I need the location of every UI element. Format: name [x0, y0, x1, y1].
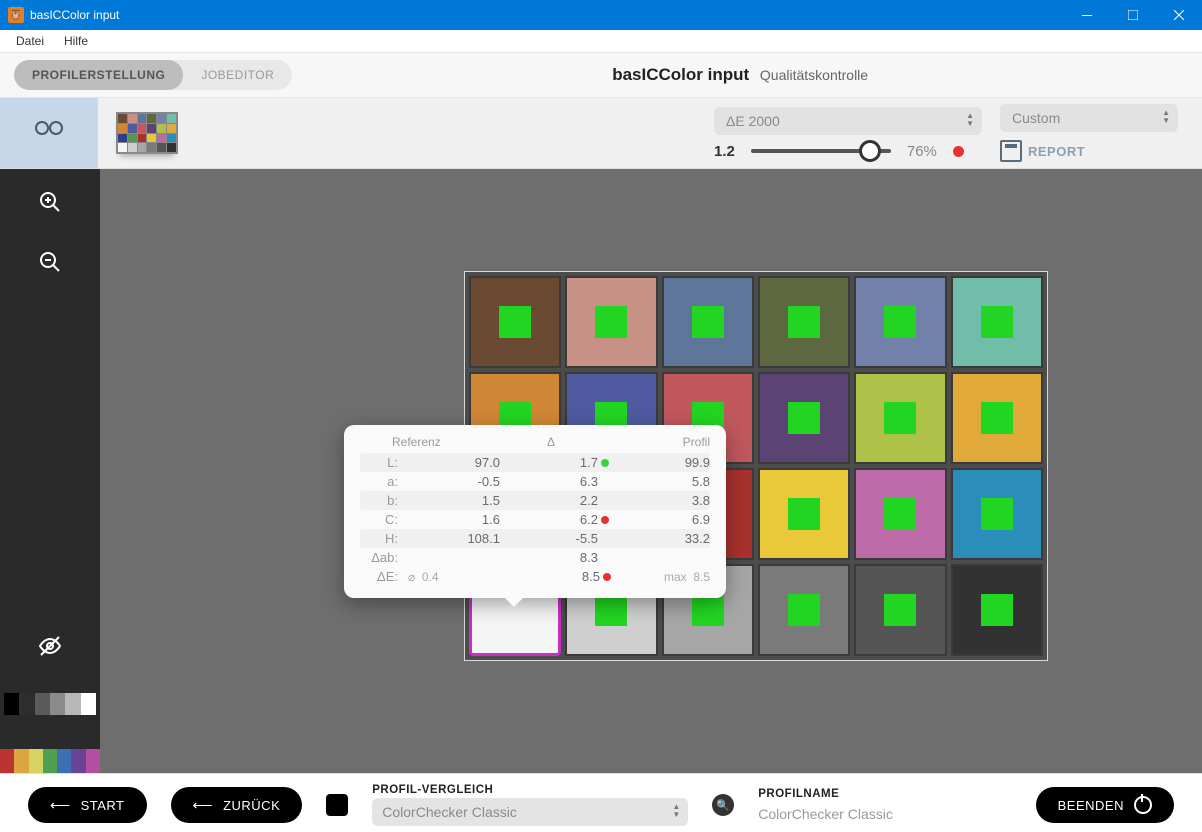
tab-jobeditor[interactable]: JOBEDITOR	[183, 60, 292, 90]
slider-value: 1.2	[714, 143, 735, 160]
chevron-updown-icon: ▲▼	[966, 112, 974, 128]
color-patch[interactable]	[951, 276, 1043, 368]
app-section: Qualitätskontrolle	[760, 67, 868, 83]
status-dot-icon	[953, 146, 964, 157]
menu-help[interactable]: Hilfe	[54, 32, 98, 50]
profile-name-label: PROFILNAME	[758, 788, 893, 800]
color-patch[interactable]	[854, 372, 946, 464]
color-patch[interactable]	[951, 564, 1043, 656]
power-icon	[1134, 796, 1152, 814]
profile-compare-dropdown[interactable]: ColorChecker Classic ▲▼	[372, 798, 688, 826]
start-button[interactable]: ⟵START	[28, 787, 147, 823]
tooltip-row: H:108.1-5.533.2	[360, 529, 710, 548]
app-icon: 🦉	[8, 7, 24, 23]
color-patch[interactable]	[758, 468, 850, 560]
zoom-out-button[interactable]	[37, 249, 63, 275]
menubar: Datei Hilfe	[0, 30, 1202, 53]
window-buttons	[1064, 0, 1202, 30]
patch-tooltip: Referenz Δ Profil L:97.01.799.9a:-0.56.3…	[344, 425, 726, 598]
tooltip-header: Referenz Δ Profil	[360, 435, 710, 453]
profile-name-section: PROFILNAME ColorChecker Classic	[758, 788, 893, 822]
report-label: REPORT	[1028, 144, 1085, 159]
color-patch[interactable]	[854, 276, 946, 368]
color-patch[interactable]	[469, 276, 561, 368]
toolbar-colorchecker-button[interactable]	[98, 98, 196, 168]
mode-tabs: PROFILERSTELLUNG JOBEDITOR	[14, 60, 292, 90]
color-swatches[interactable]	[0, 749, 100, 773]
owl-icon	[32, 119, 66, 147]
metric-dropdown-value: ΔE 2000	[726, 113, 780, 129]
chevron-updown-icon: ▲▼	[672, 803, 680, 819]
zoom-in-button[interactable]	[37, 189, 63, 215]
profile-compare-section: PROFIL-VERGLEICH ColorChecker Classic ▲▼	[372, 784, 688, 826]
save-icon	[1000, 140, 1022, 162]
menu-file[interactable]: Datei	[6, 32, 54, 50]
window-title: basICColor input	[30, 8, 1064, 22]
slider-knob[interactable]	[859, 140, 881, 162]
color-patch[interactable]	[758, 372, 850, 464]
footer: ⟵START ⟵ZURÜCK PROFIL-VERGLEICH ColorChe…	[0, 773, 1202, 832]
tooltip-summary-row: ΔE: ⌀ 0.4 8.5 max 8.5	[360, 567, 710, 586]
maximize-button[interactable]	[1110, 0, 1156, 30]
color-patch[interactable]	[662, 276, 754, 368]
sidebar	[0, 169, 100, 773]
profile-compare-label: PROFIL-VERGLEICH	[372, 784, 688, 796]
tooltip-row: a:-0.56.35.8	[360, 472, 710, 491]
gray-swatches[interactable]	[4, 693, 96, 715]
tooltip-row: C:1.66.26.9	[360, 510, 710, 529]
color-patch[interactable]	[854, 564, 946, 656]
preset-dropdown[interactable]: Custom ▲▼	[1000, 104, 1178, 132]
window-titlebar: 🦉 basICColor input	[0, 0, 1202, 30]
profile-name-value: ColorChecker Classic	[758, 802, 893, 822]
arrow-left-icon: ⟵	[193, 797, 214, 814]
back-button[interactable]: ⟵ZURÜCK	[171, 787, 303, 823]
color-patch[interactable]	[951, 468, 1043, 560]
color-patch[interactable]	[565, 276, 657, 368]
visibility-button[interactable]	[37, 633, 63, 659]
tooltip-row: L:97.01.799.9	[360, 453, 710, 472]
app-title: basICColor input Qualitätskontrolle	[292, 65, 1188, 85]
app-name: basICColor input	[612, 65, 749, 84]
color-patch[interactable]	[758, 276, 850, 368]
slider-percent: 76%	[907, 143, 937, 160]
close-button[interactable]	[1156, 0, 1202, 30]
minimize-button[interactable]	[1064, 0, 1110, 30]
tab-profilerstellung[interactable]: PROFILERSTELLUNG	[14, 60, 183, 90]
colorchecker-thumb-icon	[116, 112, 178, 154]
threshold-slider[interactable]	[751, 149, 891, 153]
color-patch[interactable]	[951, 372, 1043, 464]
chevron-updown-icon: ▲▼	[1162, 109, 1170, 125]
preset-dropdown-value: Custom	[1012, 110, 1060, 126]
arrow-left-icon: ⟵	[50, 797, 71, 814]
toolbar: ΔE 2000 ▲▼ 1.2 76% Custom ▲▼ REPORT	[0, 98, 1202, 169]
topbar: PROFILERSTELLUNG JOBEDITOR basICColor in…	[0, 53, 1202, 98]
body: Referenz Δ Profil L:97.01.799.9a:-0.56.3…	[0, 169, 1202, 773]
canvas: Referenz Δ Profil L:97.01.799.9a:-0.56.3…	[100, 169, 1202, 773]
search-icon: 🔍	[716, 799, 730, 812]
profile-color-swatch[interactable]	[326, 794, 348, 816]
report-button[interactable]: REPORT	[1000, 140, 1085, 162]
color-patch[interactable]	[854, 468, 946, 560]
tooltip-row: b:1.52.23.8	[360, 491, 710, 510]
metric-dropdown[interactable]: ΔE 2000 ▲▼	[714, 107, 982, 135]
slider-row: 1.2 76%	[714, 143, 982, 160]
toolbar-right: ΔE 2000 ▲▼ 1.2 76% Custom ▲▼ REPORT	[714, 104, 1202, 162]
dot-red-icon	[603, 573, 611, 581]
profile-search-button[interactable]: 🔍	[712, 794, 734, 816]
color-patch[interactable]	[758, 564, 850, 656]
toolbar-owl-button[interactable]	[0, 98, 98, 168]
tooltip-row: Δab:8.3	[360, 548, 710, 567]
quit-button[interactable]: BEENDEN	[1036, 787, 1174, 823]
